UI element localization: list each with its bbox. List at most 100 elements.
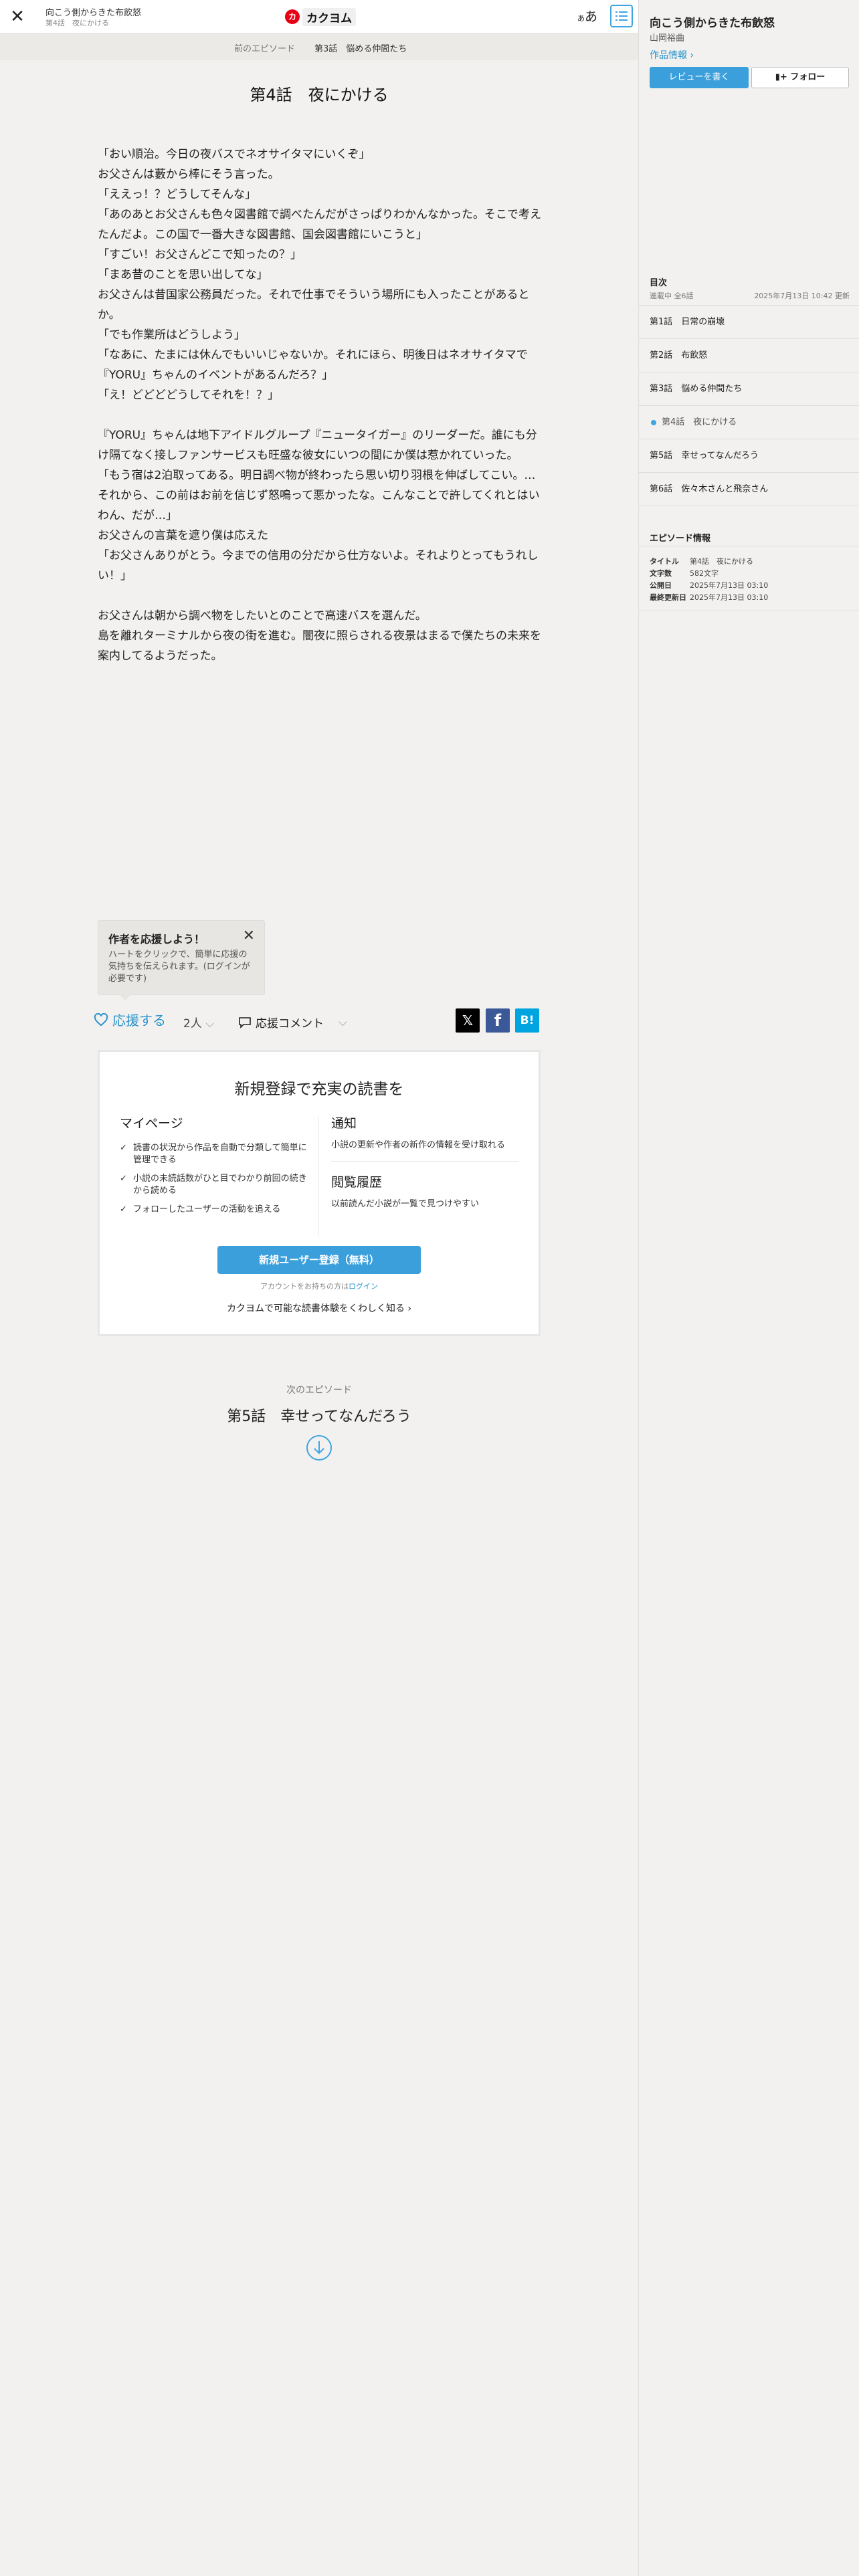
font-size-button[interactable]: ああ bbox=[575, 8, 599, 25]
prev-episode-title[interactable]: 第3話 悩める仲間たち bbox=[314, 41, 407, 54]
sidebar-work-info-label: 作品情報 bbox=[650, 50, 687, 61]
signup-mypage-item: 読書の状況から作品を自動で分類して簡単に管理できる bbox=[120, 1142, 314, 1166]
body-paragraph: 「でも作業所はどうしよう」 bbox=[98, 328, 246, 342]
share-hatena-button[interactable]: B! bbox=[515, 1008, 539, 1033]
episode-info-key: 最終更新日 bbox=[650, 593, 686, 602]
toc-item[interactable]: 第2話 布飲怒 bbox=[639, 339, 859, 372]
top-header: ✕ 向こう側からきた布飲怒 第4話 夜にかける カ カクヨム ああ bbox=[0, 0, 638, 33]
font-size-large-glyph: あ bbox=[584, 9, 597, 24]
episode-info-table: タイトル 第4話 夜にかける 文字数 582文字 公開日 2025年7月13日 03:… bbox=[639, 546, 859, 611]
right-sidebar: 向こう側からきた布飲怒 山岡裕曲 作品情報 › レビューを書く ▮+ フォロー … bbox=[638, 0, 859, 2576]
body-paragraph: 「え！どどどどうしてそれを！？」 bbox=[98, 389, 279, 402]
follow-label: フォロー bbox=[790, 72, 826, 82]
next-episode-block: 次のエピソード 第5話 幸せってなんだろう bbox=[0, 1362, 638, 2576]
sidebar-author[interactable]: 山岡裕曲 bbox=[650, 31, 684, 43]
signup-history-text: 以前読んだ小説が一覧で見つけやすい bbox=[331, 1199, 480, 1209]
login-line: アカウントをお持ちの方はログイン bbox=[100, 1281, 539, 1291]
body-paragraph: お父さんの言葉を遮り僕は応えた bbox=[98, 529, 268, 542]
main-column: ✕ 向こう側からきた布飲怒 第4話 夜にかける カ カクヨム ああ 前のエピソー… bbox=[0, 0, 638, 2576]
body-paragraph: 「なあに、たまには休んでもいいじゃないか。それにほら、明後日はネオサイタマで『Y… bbox=[98, 348, 528, 382]
list-icon bbox=[615, 11, 628, 21]
toc-item[interactable]: 第5話 幸せってなんだろう bbox=[639, 439, 859, 473]
signup-title: 新規登録で充実の読書を bbox=[234, 1081, 404, 1098]
toc-list: 第1話 日常の崩壊 第2話 布飲怒 第3話 悩める仲間たち 第4話 夜にかける … bbox=[639, 305, 859, 506]
close-icon[interactable]: ✕ bbox=[243, 928, 255, 944]
toc-status: 連載中 全6話 bbox=[650, 292, 694, 300]
support-heart-button[interactable]: 応援する bbox=[94, 1010, 166, 1029]
support-count: 2人 bbox=[183, 1017, 202, 1031]
support-tooltip: 作者を応援しよう！ ✕ ハートをクリックで、簡単に応援の気持ちを伝えられます。(… bbox=[98, 920, 265, 995]
episode-info-value: 2025年7月13日 03:10 bbox=[690, 593, 769, 602]
body-paragraph: 「おい順治。今日の夜バスでネオサイタマにいくぞ」 bbox=[98, 148, 371, 161]
support-comment-button[interactable]: 応援コメント ⌵ bbox=[238, 1014, 347, 1031]
body-paragraph: 「すごい！お父さんどこで知ったの？」 bbox=[98, 248, 302, 261]
toc-item[interactable]: 第1話 日常の崩壊 bbox=[639, 306, 859, 339]
kakuyomu-logo[interactable]: カ カクヨム bbox=[285, 7, 356, 26]
episode-body: 「おい順治。今日の夜バスでネオサイタマにいくぞ」 お父さんは藪から棒にそう言った。… bbox=[98, 144, 542, 666]
comment-icon bbox=[239, 1016, 251, 1029]
follow-button[interactable]: ▮+ フォロー bbox=[751, 67, 849, 88]
toc-item[interactable]: 第6話 佐々木さんと飛奈さん bbox=[639, 473, 859, 506]
episode-info-value: 第4話 夜にかける bbox=[690, 557, 753, 566]
learn-more-link[interactable]: カクヨムで可能な読書体験をくわしく知る › bbox=[100, 1301, 539, 1315]
body-paragraph: 『YORU』ちゃんは地下アイドルグループ『ニュータイガー』のリーダーだ。誰にも分… bbox=[98, 429, 537, 462]
heart-icon bbox=[94, 1012, 108, 1026]
signup-notify-text: 小説の更新や作者の新作の情報を受け取れる bbox=[331, 1140, 506, 1150]
toc-item-current[interactable]: 第4話 夜にかける bbox=[639, 406, 859, 439]
toc-item[interactable]: 第3話 悩める仲間たち bbox=[639, 372, 859, 406]
episode-info-row: 文字数 582文字 bbox=[639, 568, 859, 580]
signup-card: 新規登録で充実の読書を マイページ 読書の状況から作品を自動で分類して簡単に管理… bbox=[98, 1050, 541, 1336]
episode-info-key: 文字数 bbox=[650, 569, 672, 578]
chevron-down-icon: ⌵ bbox=[339, 1015, 347, 1029]
chevron-right-icon: › bbox=[690, 50, 694, 61]
chevron-down-icon: ⌵ bbox=[205, 1017, 215, 1031]
body-paragraph: お父さんは朝から調べ物をしたいとのことで高速バスを選んだ。 bbox=[98, 609, 427, 623]
chevron-right-icon: › bbox=[407, 1303, 412, 1314]
episode-info-row: 公開日 2025年7月13日 03:10 bbox=[639, 580, 859, 592]
episode-info-value: 2025年7月13日 03:10 bbox=[690, 581, 769, 590]
header-work-title[interactable]: 向こう側からきた布飲怒 bbox=[45, 5, 141, 18]
sidebar-work-info-link[interactable]: 作品情報 › bbox=[650, 48, 694, 62]
support-heart-label: 応援する bbox=[112, 1012, 166, 1029]
toc-heading: 目次 bbox=[650, 278, 668, 288]
body-paragraph bbox=[98, 405, 542, 425]
signup-mypage-item: フォローしたユーザーの活動を追える bbox=[120, 1204, 314, 1216]
episode-info-key: 公開日 bbox=[650, 581, 672, 590]
body-paragraph: 「ええっ！？どうしてそんな」 bbox=[98, 188, 256, 201]
next-episode-title[interactable]: 第5話 幸せってなんだろう bbox=[0, 1404, 638, 1426]
previous-episode-nav[interactable]: 前のエピソード 第3話 悩める仲間たち bbox=[0, 33, 638, 60]
toc-menu-button[interactable] bbox=[610, 5, 633, 27]
support-tooltip-text: ハートをクリックで、簡単に応援の気持ちを伝えられます。(ログインが必要です) bbox=[108, 950, 250, 984]
body-paragraph: 「まあ昔のことを思い出してな」 bbox=[98, 268, 268, 282]
body-paragraph bbox=[98, 586, 542, 606]
signup-button[interactable]: 新規ユーザー登録（無料） bbox=[217, 1246, 421, 1274]
font-size-small-glyph: あ bbox=[577, 14, 585, 23]
signup-right-section: 通知 小説の更新や作者の新作の情報を受け取れる 閲覧履歴 以前読んだ小説が一覧で… bbox=[331, 1113, 518, 1210]
login-prefix: アカウントをお持ちの方は bbox=[260, 1282, 349, 1291]
prev-episode-label: 前のエピソード bbox=[234, 44, 296, 54]
support-row: 応援する 2人 ⌵ 応援コメント ⌵ 𝕏 f B! bbox=[94, 1007, 542, 1034]
share-x-button[interactable]: 𝕏 bbox=[456, 1008, 480, 1033]
logo-mark-icon: カ bbox=[285, 9, 300, 24]
share-facebook-button[interactable]: f bbox=[486, 1008, 510, 1033]
sidebar-work-title[interactable]: 向こう側からきた布飲怒 bbox=[650, 13, 775, 30]
close-icon[interactable]: ✕ bbox=[7, 6, 28, 27]
episode-info-row: タイトル 第4話 夜にかける bbox=[639, 556, 859, 568]
support-comment-label: 応援コメント bbox=[256, 1017, 324, 1031]
signup-hr bbox=[331, 1161, 518, 1162]
body-paragraph: 「あのあとお父さんも色々図書館で調べたんだがさっぱりわかんなかった。そこで考えた… bbox=[98, 208, 541, 241]
body-paragraph: 「お父さんありがとう。今までの信用の分だから仕方ないよ。それよりとってもうれしい… bbox=[98, 549, 539, 582]
login-link[interactable]: ログイン bbox=[349, 1282, 378, 1291]
signup-history-heading: 閲覧履歴 bbox=[331, 1175, 383, 1190]
bookmark-icon: ▮+ bbox=[775, 72, 787, 82]
arrow-down-circle-icon[interactable] bbox=[305, 1434, 333, 1462]
tooltip-arrow bbox=[119, 994, 131, 1000]
logo-text: カクヨム bbox=[302, 7, 356, 26]
episode-info-value: 582文字 bbox=[690, 569, 719, 578]
episode-info-row: 最終更新日 2025年7月13日 03:10 bbox=[639, 592, 859, 604]
support-tooltip-title: 作者を応援しよう！ bbox=[108, 933, 205, 946]
review-button[interactable]: レビューを書く bbox=[650, 67, 749, 88]
signup-mypage-section: マイページ 読書の状況から作品を自動で分類して簡単に管理できる 小説の未読話数が… bbox=[120, 1113, 314, 1222]
support-count-dropdown[interactable]: 2人 ⌵ bbox=[183, 1014, 214, 1031]
toc-updated: 2025年7月13日 10:42 更新 bbox=[754, 292, 850, 300]
